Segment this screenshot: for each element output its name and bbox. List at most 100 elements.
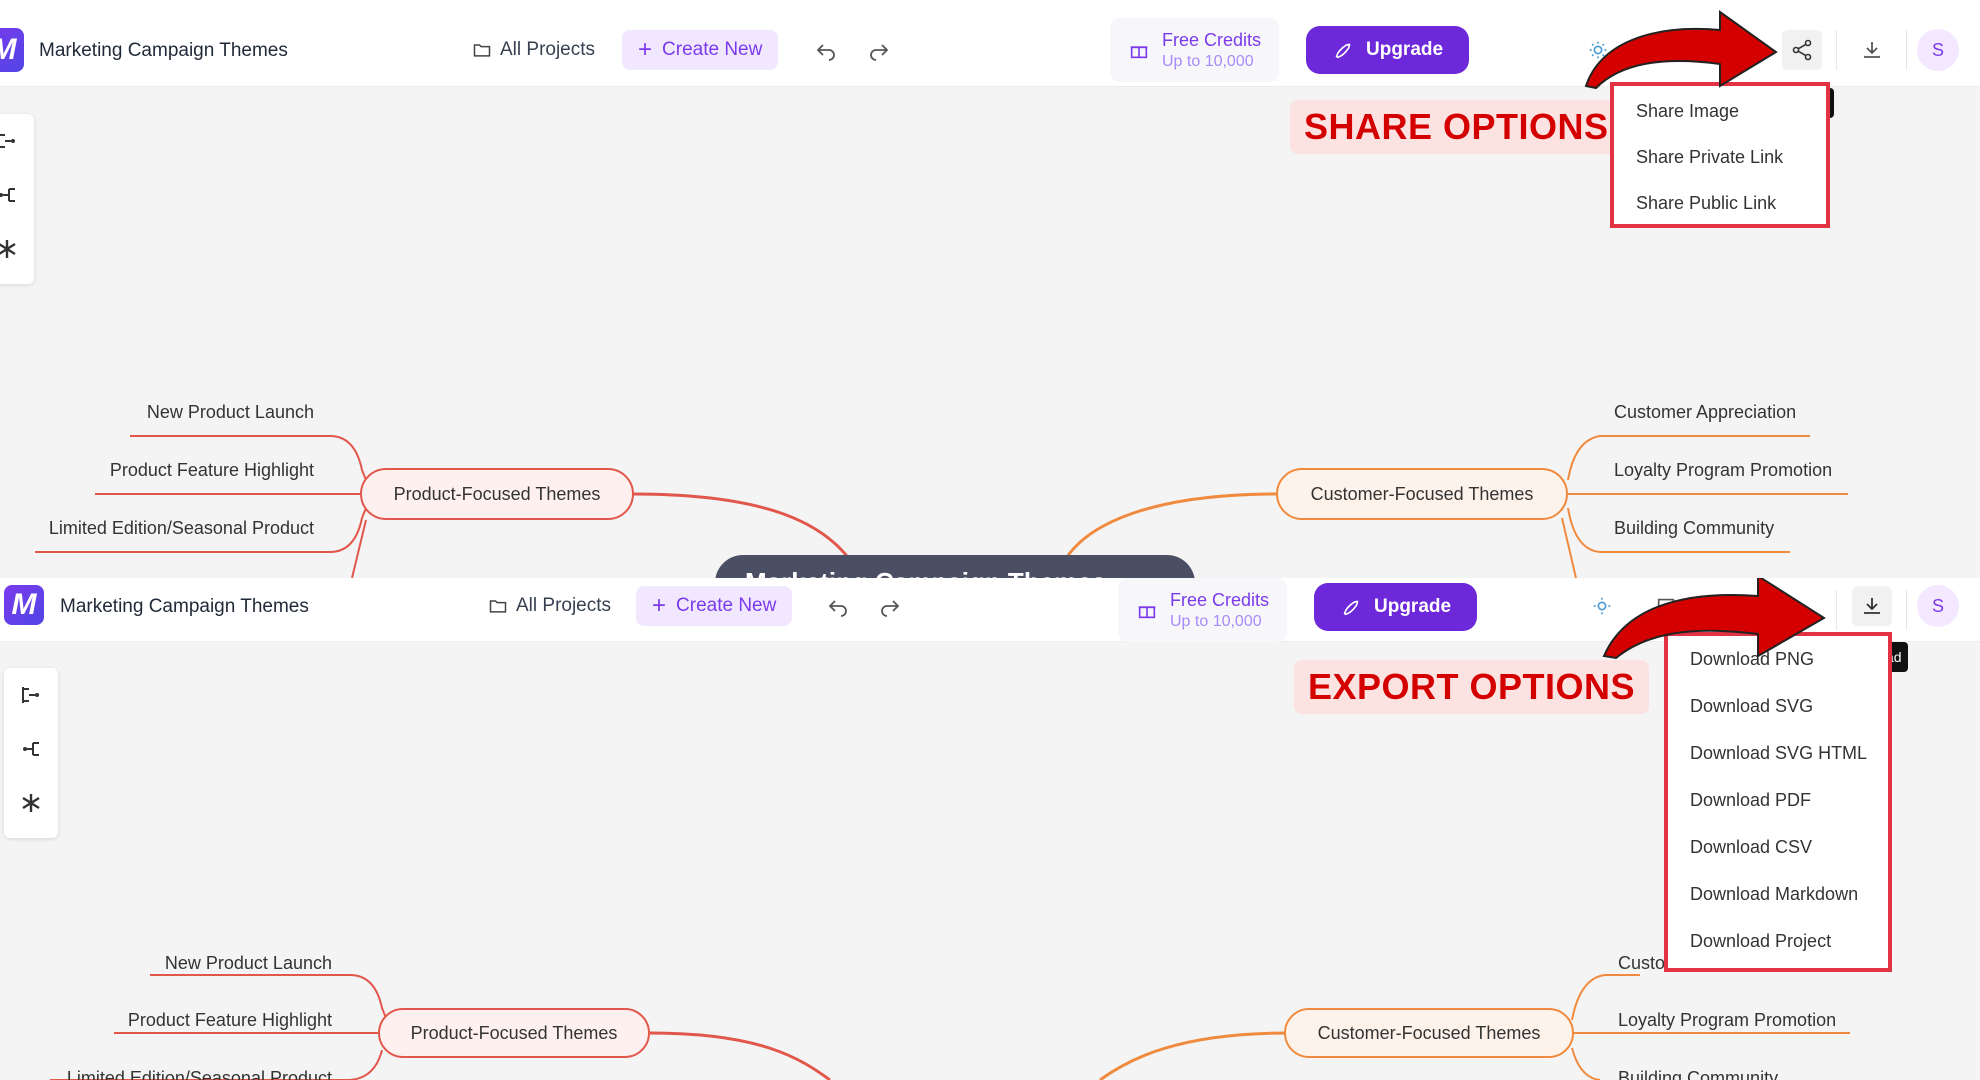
toolbar-divider xyxy=(1906,30,1907,70)
upgrade-label: Upgrade xyxy=(1366,39,1444,60)
download-project-item[interactable]: Download Project xyxy=(1668,918,1888,965)
layout-left-icon xyxy=(23,742,39,756)
document-title[interactable]: Marketing Campaign Themes xyxy=(39,40,288,62)
redo-button[interactable] xyxy=(870,586,910,626)
leaf-node[interactable]: New Product Launch xyxy=(165,953,332,974)
rocket-icon xyxy=(1335,43,1351,59)
app-logo[interactable]: M xyxy=(4,585,44,625)
credits-subtitle: Up to 10,000 xyxy=(1162,52,1254,70)
avatar-initial: S xyxy=(1931,39,1944,60)
redo-button[interactable] xyxy=(859,30,899,70)
share-private-link-item[interactable]: Share Private Link xyxy=(1614,134,1826,180)
toolbar-divider xyxy=(1906,590,1907,630)
export-panel: Product-Focused Themes Customer-Focused … xyxy=(0,578,1980,1080)
gift-icon xyxy=(1130,46,1148,59)
all-projects-label: All Projects xyxy=(516,595,612,616)
app-logo[interactable]: M xyxy=(0,28,24,72)
upgrade-label: Upgrade xyxy=(1374,596,1452,617)
create-new-button[interactable]: + Create New xyxy=(636,586,793,626)
credits-subtitle: Up to 10,000 xyxy=(1170,612,1262,630)
leaf-node[interactable]: Limited Edition/Seasonal Product xyxy=(67,1068,332,1080)
layout-left-tool[interactable] xyxy=(0,168,34,222)
leaf-node[interactable]: Building Community xyxy=(1618,1068,1778,1080)
download-markdown-item[interactable]: Download Markdown xyxy=(1668,871,1888,918)
layout-right-icon xyxy=(22,687,39,703)
download-icon xyxy=(1864,42,1880,58)
folder-icon xyxy=(473,44,491,57)
layout-right-tool[interactable] xyxy=(4,668,58,722)
leaf-node[interactable]: Loyalty Program Promotion xyxy=(1614,460,1832,481)
export-menu: Download PNG Download SVG Download SVG H… xyxy=(1664,632,1892,972)
leaf-node[interactable]: Limited Edition/Seasonal Product xyxy=(49,518,314,539)
credits-title: Free Credits xyxy=(1162,29,1262,50)
download-csv-item[interactable]: Download CSV xyxy=(1668,824,1888,871)
redo-icon xyxy=(881,600,900,617)
leaf-node[interactable]: Custo xyxy=(1618,953,1665,974)
create-new-label: Create New xyxy=(662,39,763,60)
download-svg-item[interactable]: Download SVG xyxy=(1668,683,1888,730)
undo-icon xyxy=(816,44,835,61)
download-pdf-item[interactable]: Download PDF xyxy=(1668,777,1888,824)
mindmap-center-node[interactable]: Marketing Campaign Themes xyxy=(715,555,1195,578)
layout-left-icon xyxy=(0,188,15,202)
annotation-arrow xyxy=(1584,10,1778,90)
toolbar-divider xyxy=(1836,30,1837,70)
branch-node-customer[interactable]: Customer-Focused Themes xyxy=(1284,1008,1574,1058)
logo-letter: M xyxy=(0,33,17,67)
plus-icon: + xyxy=(638,36,653,63)
free-credits-button[interactable]: Free Credits Up to 10,000 xyxy=(1118,578,1288,642)
document-title[interactable]: Marketing Campaign Themes xyxy=(60,596,309,618)
logo-letter: M xyxy=(11,588,37,621)
all-projects-button[interactable]: All Projects xyxy=(488,586,611,626)
leaf-node[interactable]: Customer Appreciation xyxy=(1614,402,1796,423)
free-credits-button[interactable]: Free Credits Up to 10,000 xyxy=(1110,18,1280,82)
branch-node-customer[interactable]: Customer-Focused Themes xyxy=(1276,468,1568,520)
undo-icon xyxy=(828,600,847,617)
rocket-icon xyxy=(1343,600,1359,616)
branch-label: Product-Focused Themes xyxy=(393,483,601,504)
share-public-link-item[interactable]: Share Public Link xyxy=(1614,180,1826,226)
leaf-node[interactable]: Building Community xyxy=(1614,518,1774,539)
credits-title: Free Credits xyxy=(1170,589,1270,610)
radial-icon xyxy=(0,240,16,258)
redo-icon xyxy=(870,44,889,61)
plus-icon: + xyxy=(652,592,667,619)
layout-radial-tool[interactable] xyxy=(0,222,34,276)
leaf-node[interactable]: New Product Launch xyxy=(147,402,314,423)
user-avatar[interactable]: S xyxy=(1917,585,1959,627)
branch-label: Product-Focused Themes xyxy=(410,1022,618,1043)
center-node-label: Marketing Campaign Themes xyxy=(745,567,1106,578)
layout-left-tool[interactable] xyxy=(4,722,58,776)
download-svg-html-item[interactable]: Download SVG HTML xyxy=(1668,730,1888,777)
all-projects-button[interactable]: All Projects xyxy=(472,30,595,70)
leaf-node[interactable]: Loyalty Program Promotion xyxy=(1618,1010,1836,1031)
branch-node-product[interactable]: Product-Focused Themes xyxy=(378,1008,650,1058)
leaf-node[interactable]: Product Feature Highlight xyxy=(128,1010,332,1031)
leaf-node[interactable]: Product Feature Highlight xyxy=(110,460,314,481)
download-button[interactable] xyxy=(1852,30,1892,70)
share-options-callout: SHARE OPTIONS xyxy=(1290,100,1623,154)
branch-label: Customer-Focused Themes xyxy=(1317,1022,1541,1043)
upgrade-button[interactable]: Upgrade xyxy=(1314,583,1478,631)
share-menu: Share Image Share Private Link Share Pub… xyxy=(1610,82,1830,228)
create-new-button[interactable]: + Create New xyxy=(622,30,779,70)
undo-button[interactable] xyxy=(818,586,858,626)
layout-tool-rail xyxy=(4,668,58,838)
avatar-initial: S xyxy=(1931,595,1944,616)
create-new-label: Create New xyxy=(676,595,777,616)
layout-tool-rail xyxy=(0,114,34,284)
user-avatar[interactable]: S xyxy=(1917,29,1959,71)
upgrade-button[interactable]: Upgrade xyxy=(1306,26,1470,74)
radial-icon xyxy=(22,794,40,812)
layout-right-tool[interactable] xyxy=(0,114,34,168)
branch-label: Customer-Focused Themes xyxy=(1310,483,1534,504)
layout-right-icon xyxy=(0,133,15,149)
download-button[interactable] xyxy=(1852,586,1892,626)
all-projects-label: All Projects xyxy=(500,39,596,60)
folder-icon xyxy=(489,600,507,613)
annotation-arrow xyxy=(1602,578,1826,660)
share-image-item[interactable]: Share Image xyxy=(1614,88,1826,134)
layout-radial-tool[interactable] xyxy=(4,776,58,830)
branch-node-product[interactable]: Product-Focused Themes xyxy=(360,468,634,520)
undo-button[interactable] xyxy=(806,30,846,70)
